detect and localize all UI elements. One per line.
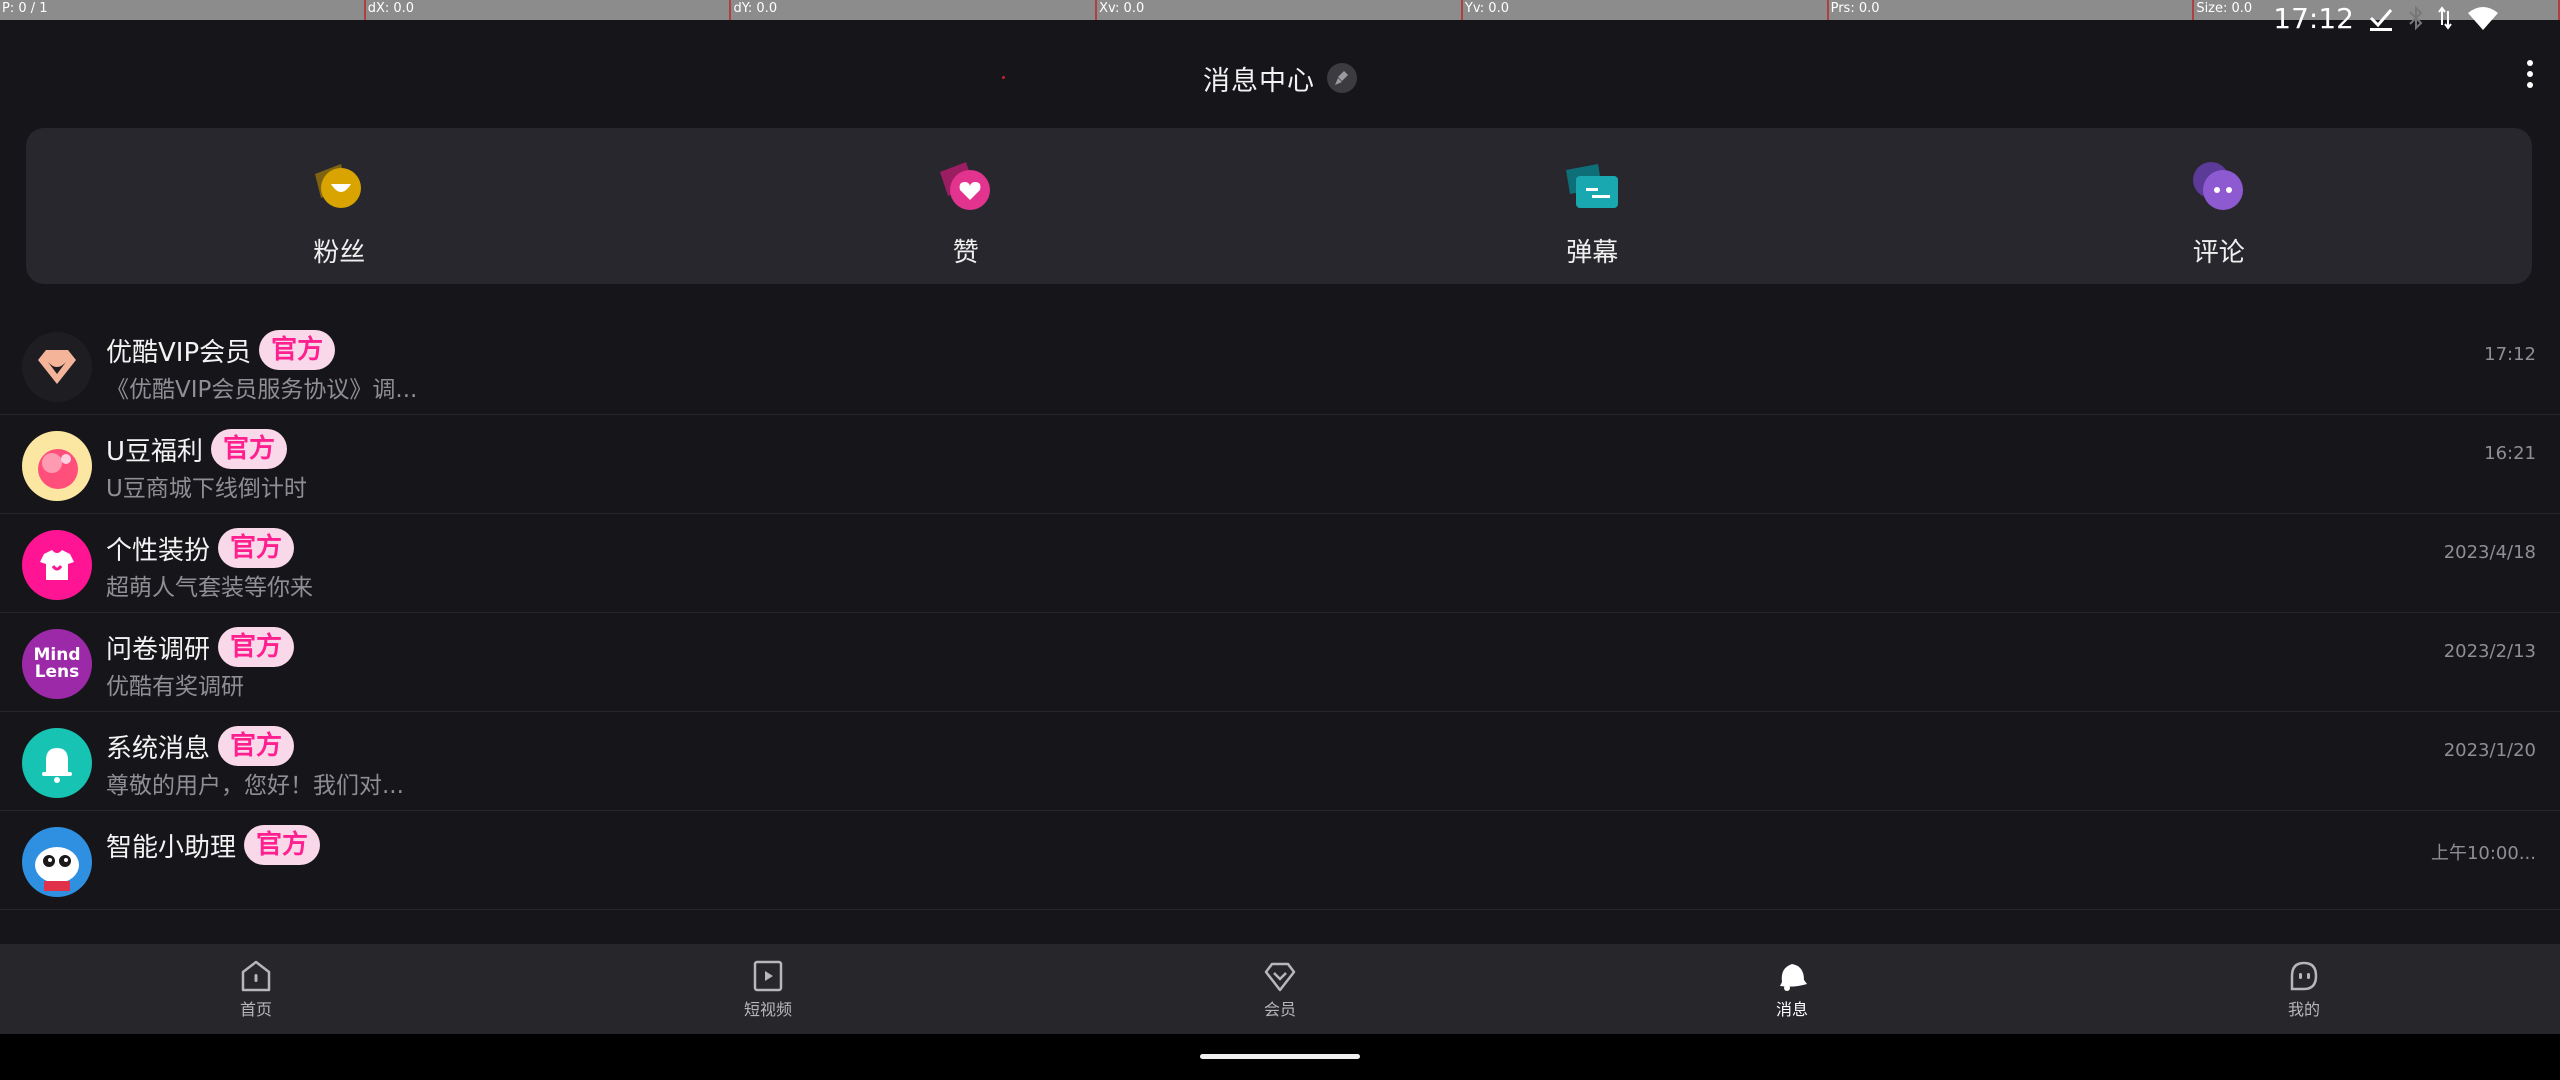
category-likes[interactable]: 赞 xyxy=(653,128,1280,284)
debug-cell: Prs: 0.0 xyxy=(1829,0,2195,20)
tab-label: 消息 xyxy=(1775,1000,1808,1019)
message-row-vip[interactable]: 优酷VIP会员 官方 《优酷VIP会员服务协议》调... 17:12 xyxy=(0,316,2560,415)
bluetooth-icon xyxy=(2409,5,2423,31)
vip-diamond-avatar xyxy=(22,332,92,402)
message-sender: 个性装扮 xyxy=(106,535,211,566)
pointer-debug-bar: P: 0 / 1 dX: 0.0 dY: 0.0 Xv: 0.0 Yv: 0.0… xyxy=(0,0,2560,20)
debug-cell: P: 0 / 1 xyxy=(0,0,366,20)
tab-home[interactable]: 首页 xyxy=(0,944,512,1034)
comment-icon xyxy=(2192,162,2243,210)
page-header: 消息中心 xyxy=(0,40,2560,116)
message-list: 优酷VIP会员 官方 《优酷VIP会员服务协议》调... 17:12 U豆福利 … xyxy=(0,316,2560,910)
more-options-icon[interactable] xyxy=(2522,58,2538,90)
official-badge: 官方 xyxy=(259,330,336,370)
message-row-udou[interactable]: U豆福利 官方 U豆商城下线倒计时 16:21 xyxy=(0,415,2560,514)
message-row-style[interactable]: 个性装扮 官方 超萌人气套装等你来 2023/4/18 xyxy=(0,514,2560,613)
message-row-assistant[interactable]: 智能小助理 官方 上午10:00... xyxy=(0,811,2560,910)
tab-vip[interactable]: 会员 xyxy=(1024,944,1536,1034)
clear-broom-icon[interactable] xyxy=(1327,63,1357,93)
checkmark-icon xyxy=(2369,9,2393,31)
category-label: 粉丝 xyxy=(313,238,366,268)
message-sender: 问卷调研 xyxy=(106,634,211,665)
fans-icon xyxy=(315,164,362,208)
official-badge: 官方 xyxy=(218,627,295,667)
tab-label: 短视频 xyxy=(743,1000,792,1019)
debug-cell: dY: 0.0 xyxy=(731,0,1098,20)
mindlens-logo-text: Mind Lens xyxy=(33,645,81,682)
message-preview: 优酷有奖调研 xyxy=(106,674,244,700)
danmaku-icon xyxy=(1566,164,1619,208)
debug-cell: Yv: 0.0 xyxy=(1463,0,1829,20)
status-bar: 17:12 xyxy=(2273,0,2500,36)
message-row-survey[interactable]: Mind Lens 问卷调研 官方 优酷有奖调研 2023/2/13 xyxy=(0,613,2560,712)
like-heart-icon xyxy=(939,162,990,210)
tab-messages[interactable]: 消息 xyxy=(1536,944,2048,1034)
message-sender: U豆福利 xyxy=(106,436,204,467)
udou-avatar xyxy=(22,431,92,501)
tab-profile[interactable]: 我的 xyxy=(2048,944,2560,1034)
message-preview: 《优酷VIP会员服务协议》调... xyxy=(106,377,418,403)
data-arrows-icon xyxy=(2438,6,2452,30)
system-navigation-bar xyxy=(0,1034,2560,1080)
message-time: 2023/1/20 xyxy=(2443,740,2536,761)
message-sender: 优酷VIP会员 xyxy=(106,337,252,368)
tab-label: 我的 xyxy=(2287,1000,2320,1019)
message-time: 17:12 xyxy=(2484,344,2536,365)
official-badge: 官方 xyxy=(244,825,321,865)
assistant-avatar xyxy=(22,827,92,897)
tshirt-avatar xyxy=(22,530,92,600)
message-time: 2023/4/18 xyxy=(2443,542,2536,563)
tab-label: 首页 xyxy=(239,1000,272,1019)
bell-icon xyxy=(1780,964,1807,991)
message-time: 16:21 xyxy=(2484,443,2536,464)
status-time: 17:12 xyxy=(2273,1,2354,35)
message-preview: 超萌人气套装等你来 xyxy=(106,575,313,601)
category-label: 评论 xyxy=(2192,238,2245,268)
category-panel: 粉丝 赞 弹幕 评论 xyxy=(26,128,2532,284)
category-fans[interactable]: 粉丝 xyxy=(26,128,653,284)
message-sender: 系统消息 xyxy=(106,733,211,764)
debug-cell: Xv: 0.0 xyxy=(1097,0,1463,20)
tab-short-video[interactable]: 短视频 xyxy=(512,944,1024,1034)
message-row-system[interactable]: 系统消息 官方 尊敬的用户，您好！我们对... 2023/1/20 xyxy=(0,712,2560,811)
message-time: 2023/2/13 xyxy=(2443,641,2536,662)
category-danmaku[interactable]: 弹幕 xyxy=(1279,128,1906,284)
category-label: 弹幕 xyxy=(1566,238,1619,268)
indicator-dot xyxy=(1002,76,1005,79)
message-preview: U豆商城下线倒计时 xyxy=(106,476,307,502)
page-title: 消息中心 xyxy=(1203,65,1315,97)
category-comments[interactable]: 评论 xyxy=(1906,128,2533,284)
bell-avatar xyxy=(22,728,92,798)
short-video-icon xyxy=(753,960,783,992)
mindlens-avatar: Mind Lens xyxy=(22,629,92,699)
vip-diamond-icon xyxy=(1264,962,1296,992)
message-preview: 尊敬的用户，您好！我们对... xyxy=(106,773,404,799)
category-label: 赞 xyxy=(952,238,979,268)
message-time: 上午10:00... xyxy=(2430,843,2536,864)
profile-icon xyxy=(2290,961,2318,991)
home-indicator[interactable] xyxy=(1200,1054,1360,1059)
debug-cell: dX: 0.0 xyxy=(366,0,732,20)
bottom-tab-bar: 首页 短视频 会员 消息 我的 xyxy=(0,944,2560,1034)
wifi-icon xyxy=(2468,7,2498,30)
official-badge: 官方 xyxy=(211,429,288,469)
official-badge: 官方 xyxy=(218,726,295,766)
message-sender: 智能小助理 xyxy=(106,832,237,863)
official-badge: 官方 xyxy=(218,528,295,568)
tab-label: 会员 xyxy=(1263,1000,1296,1019)
home-icon xyxy=(241,960,271,992)
